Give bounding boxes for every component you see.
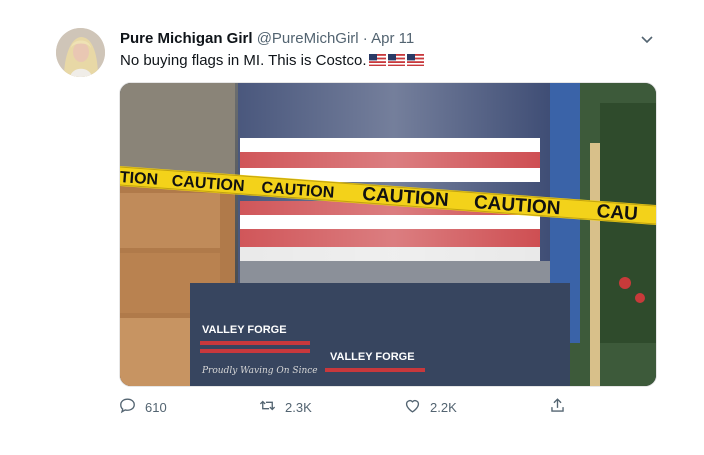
heart-icon: [403, 396, 422, 418]
retweet-count: 2.3K: [285, 399, 312, 415]
box-tagline: Proudly Waving On Since: [201, 366, 318, 376]
like-button[interactable]: 2.2K: [403, 396, 457, 418]
reply-count: 610: [145, 399, 167, 415]
caution-tape-text-1: TION: [120, 169, 159, 189]
handle[interactable]: @PureMichGirl: [257, 30, 359, 47]
share-icon: [548, 396, 567, 418]
reply-button[interactable]: 610: [118, 396, 167, 418]
retweet-button[interactable]: 2.3K: [258, 396, 312, 418]
chevron-down-icon[interactable]: [638, 30, 656, 48]
box-brand-2: VALLEY FORGE: [330, 351, 415, 363]
caution-tape-text-6: CAU: [596, 201, 639, 225]
tweet-header: Pure Michigan Girl @PureMichGirl · Apr 1…: [120, 30, 414, 47]
us-flag-emoji: [387, 53, 405, 66]
tweet-date[interactable]: Apr 11: [371, 30, 414, 47]
separator: ·: [362, 30, 368, 47]
display-name[interactable]: Pure Michigan Girl: [120, 30, 253, 47]
retweet-icon: [258, 396, 277, 418]
like-count: 2.2K: [430, 399, 457, 415]
share-button[interactable]: [548, 396, 567, 418]
tweet-photo[interactable]: VALLEY FORGE VALLEY FORGE Proudly Waving…: [119, 82, 657, 387]
avatar[interactable]: [56, 28, 105, 77]
us-flag-emoji: [406, 53, 424, 66]
tweet-text: No buying flags in MI. This is Costco.: [120, 52, 367, 69]
us-flag-emoji: [368, 53, 386, 66]
box-brand-1: VALLEY FORGE: [202, 324, 287, 336]
tweet-actions: 610 2.3K 2.2K: [118, 396, 578, 420]
reply-icon: [118, 396, 137, 418]
tweet-text-container: No buying flags in MI. This is Costco.: [120, 52, 424, 69]
tweet-card: Pure Michigan Girl @PureMichGirl · Apr 1…: [0, 0, 704, 455]
